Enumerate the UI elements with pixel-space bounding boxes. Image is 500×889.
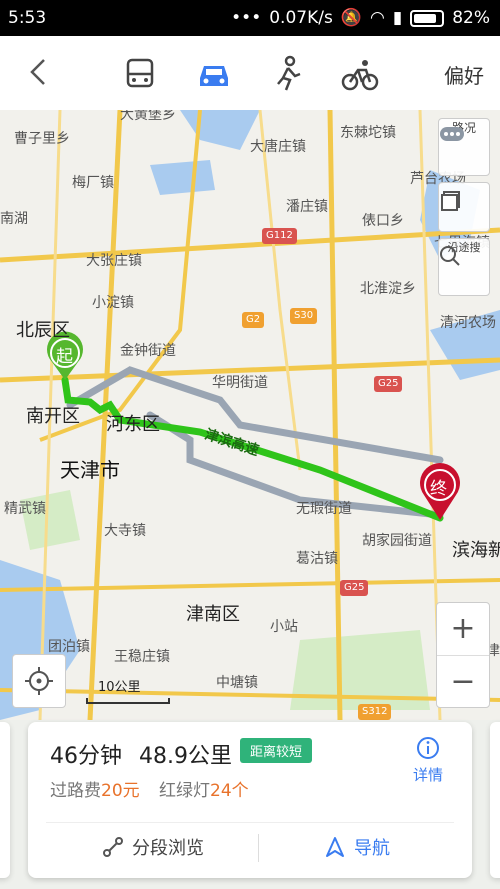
zoom-in-button[interactable]: + <box>437 603 489 655</box>
status-bar: 5:53 ••• 0.07K/s 🔕 ◠ ▮ 82% <box>0 0 500 36</box>
district-label: 河东区 <box>106 414 160 435</box>
search-icon <box>440 246 460 266</box>
district-label: 津南区 <box>186 604 240 625</box>
navigate-label: 导航 <box>354 838 390 859</box>
start-marker-label: 起 <box>56 347 73 367</box>
place-label: 东棘坨镇 <box>340 125 396 141</box>
navigate-button[interactable]: 导航 <box>324 834 390 860</box>
lights-label: 红绿灯 <box>159 781 211 801</box>
map-view[interactable]: 大黄堡乡 曹子里乡 东棘坨镇 大唐庄镇 梅厂镇 芦台农场 潘庄镇 南湖 俵口乡 … <box>0 110 500 720</box>
along-route-search[interactable]: 沿途搜 <box>438 238 490 296</box>
bus-mode-icon[interactable] <box>120 54 160 94</box>
district-label: 北辰区 <box>16 320 70 341</box>
signal-icon: ▮ <box>392 8 403 28</box>
route-distance: 48.9公里 <box>139 744 232 769</box>
route-card[interactable]: 46分钟 48.9公里 距离较短 过路费20元 红绿灯24个 详情 分段浏览 导… <box>28 722 472 878</box>
place-label: 俵口乡 <box>362 213 404 229</box>
place-label: 无瑕街道 <box>296 501 352 517</box>
status-time: 5:53 <box>8 8 47 28</box>
route-segments-icon <box>103 837 123 857</box>
place-label: 大张庄镇 <box>86 253 142 269</box>
road <box>0 578 500 592</box>
place-label: 潘庄镇 <box>286 199 328 215</box>
place-label: 金钟街道 <box>120 343 176 359</box>
scale-label: 10公里 <box>98 680 141 695</box>
lights-value: 24个 <box>210 781 249 801</box>
road <box>327 110 343 720</box>
highway-shield: G25 <box>340 580 369 596</box>
walk-mode-icon[interactable] <box>268 54 308 94</box>
water-area <box>180 110 260 150</box>
more-dots-icon: ••• <box>231 8 262 28</box>
preferences-button[interactable]: 偏好 <box>444 60 484 89</box>
zoom-control: + − <box>436 602 490 708</box>
place-label: 大黄堡乡 <box>120 110 176 123</box>
info-icon <box>417 737 439 759</box>
place-label: 华明街道 <box>212 375 268 391</box>
segments-button[interactable]: 分段浏览 <box>102 834 204 860</box>
toll-label: 过路费 <box>50 781 101 801</box>
crosshair-icon <box>25 667 53 695</box>
place-label: 团泊镇 <box>48 639 90 655</box>
bike-mode-icon[interactable] <box>340 54 380 94</box>
route-costs: 过路费20元 红绿灯24个 <box>50 776 249 801</box>
district-label: 滨海新 <box>452 540 500 561</box>
toll-value: 20元 <box>101 781 140 801</box>
place-label: 葛沽镇 <box>296 551 338 567</box>
city-label: 天津市 <box>60 458 120 482</box>
navigation-arrow-icon <box>326 837 344 857</box>
place-label: 大唐庄镇 <box>250 139 306 155</box>
back-icon[interactable] <box>22 54 58 90</box>
next-route-card[interactable] <box>490 722 500 878</box>
car-mode-icon[interactable] <box>194 54 234 94</box>
network-speed: 0.07K/s <box>269 8 333 28</box>
place-label: 精武镇 <box>4 501 46 517</box>
place-label: 大寺镇 <box>104 523 146 539</box>
water-area <box>150 160 215 195</box>
place-label: 中塘镇 <box>216 675 258 691</box>
road <box>258 110 302 471</box>
highway-shield: S312 <box>358 704 392 720</box>
place-label: 小淀镇 <box>92 295 134 311</box>
prev-route-card[interactable] <box>0 722 10 878</box>
layers-icon <box>441 191 460 211</box>
end-marker-label: 终 <box>430 479 447 499</box>
zoom-out-button[interactable]: − <box>437 656 489 708</box>
place-label: 小站 <box>270 619 298 635</box>
details-button[interactable]: 详情 <box>406 736 450 785</box>
mute-icon: 🔕 <box>340 8 362 28</box>
highway-shield: G112 <box>262 228 297 244</box>
route-summary: 46分钟 48.9公里 <box>50 738 232 770</box>
battery-icon <box>410 9 445 27</box>
details-label: 详情 <box>412 766 443 784</box>
top-bar: 偏好 <box>0 36 500 111</box>
route-tag: 距离较短 <box>240 738 313 763</box>
traffic-icon <box>440 127 464 141</box>
place-label: 梅厂镇 <box>72 175 114 191</box>
segments-label: 分段浏览 <box>132 838 204 859</box>
layers-button[interactable] <box>438 182 490 232</box>
traffic-toggle[interactable]: 路况 <box>438 118 490 176</box>
place-label: 北淮淀乡 <box>360 281 416 297</box>
highway-shield: G25 <box>374 376 403 392</box>
scale-bar <box>86 698 170 704</box>
place-label: 王稳庄镇 <box>114 649 170 665</box>
place-label: 胡家园街道 <box>362 533 432 549</box>
district-label: 南开区 <box>26 406 80 427</box>
route-duration: 46分钟 <box>50 744 122 769</box>
place-label: 清河农场 <box>440 315 496 331</box>
battery-level: 82% <box>452 8 490 28</box>
locate-button[interactable] <box>12 654 66 708</box>
place-label: 曹子里乡 <box>14 131 70 147</box>
map-scale: 10公里 <box>86 676 170 704</box>
highway-shield: G2 <box>242 312 265 328</box>
highway-shield: S30 <box>290 308 318 324</box>
place-label: 南湖 <box>0 211 28 227</box>
wifi-icon: ◠ <box>370 8 385 28</box>
